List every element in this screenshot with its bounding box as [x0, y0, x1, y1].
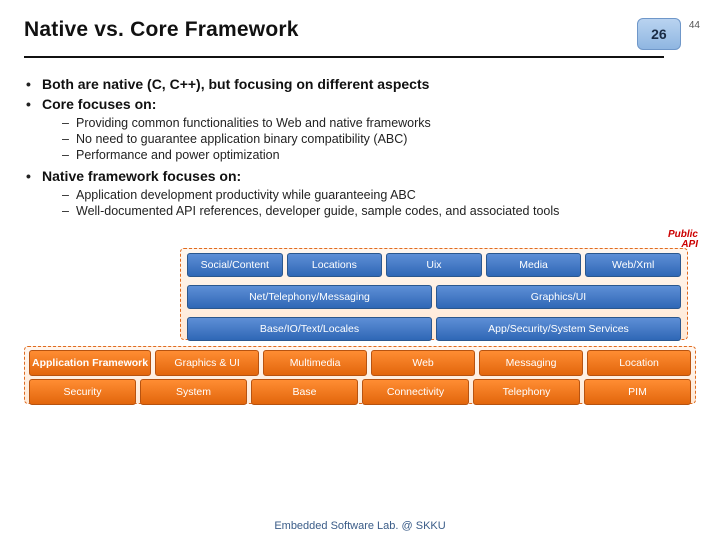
native-module: Connectivity: [362, 379, 469, 405]
native-module: Base: [251, 379, 358, 405]
architecture-diagram: Public API Social/Content Locations Uix …: [24, 228, 696, 408]
native-module: System: [140, 379, 247, 405]
bullet-item: Both are native (C, C++), but focusing o…: [26, 76, 696, 92]
sub-bullet-item: Well-documented API references, develope…: [62, 204, 696, 218]
native-module: Telephony: [473, 379, 580, 405]
sub-bullet-list: Application development productivity whi…: [62, 188, 696, 218]
bullet-list: Both are native (C, C++), but focusing o…: [26, 76, 696, 218]
bullet-item: Core focuses on: Providing common functi…: [26, 96, 696, 162]
sub-bullet-item: Performance and power optimization: [62, 148, 696, 162]
core-module: Base/IO/Text/Locales: [187, 317, 432, 341]
native-module: Web: [371, 350, 475, 376]
core-module: Media: [486, 253, 582, 277]
sub-bullet-item: Providing common functionalities to Web …: [62, 116, 696, 130]
sub-bullet-list: Providing common functionalities to Web …: [62, 116, 696, 162]
core-module: Uix: [386, 253, 482, 277]
core-module: Locations: [287, 253, 383, 277]
core-module: App/Security/System Services: [436, 317, 681, 341]
core-module: Social/Content: [187, 253, 283, 277]
bullet-item: Native framework focuses on: Application…: [26, 168, 696, 218]
core-module: Net/Telephony/Messaging: [187, 285, 432, 309]
native-module: Messaging: [479, 350, 583, 376]
sub-bullet-item: No need to guarantee application binary …: [62, 132, 696, 146]
native-module: PIM: [584, 379, 691, 405]
native-module: Multimedia: [263, 350, 367, 376]
native-module: Location: [587, 350, 691, 376]
page-title: Native vs. Core Framework: [24, 18, 299, 42]
sub-bullet-item: Application development productivity whi…: [62, 188, 696, 202]
footer-text: Embedded Software Lab. @ SKKU: [0, 520, 720, 532]
page-number-badge: 26: [637, 18, 681, 50]
native-module: Application Framework: [29, 350, 151, 376]
core-module: Graphics/UI: [436, 285, 681, 309]
bullet-text: Native framework focuses on:: [42, 168, 241, 184]
native-module: Graphics & UI: [155, 350, 259, 376]
title-underline: [24, 56, 664, 58]
core-module: Web/Xml: [585, 253, 681, 277]
native-framework-box: Application Framework Graphics & UI Mult…: [24, 346, 696, 404]
bullet-text: Core focuses on:: [42, 96, 156, 112]
page-number-group: 26 44: [637, 18, 696, 50]
aux-page-number: 44: [689, 20, 700, 31]
native-module: Security: [29, 379, 136, 405]
core-framework-box: Social/Content Locations Uix Media Web/X…: [180, 248, 688, 340]
